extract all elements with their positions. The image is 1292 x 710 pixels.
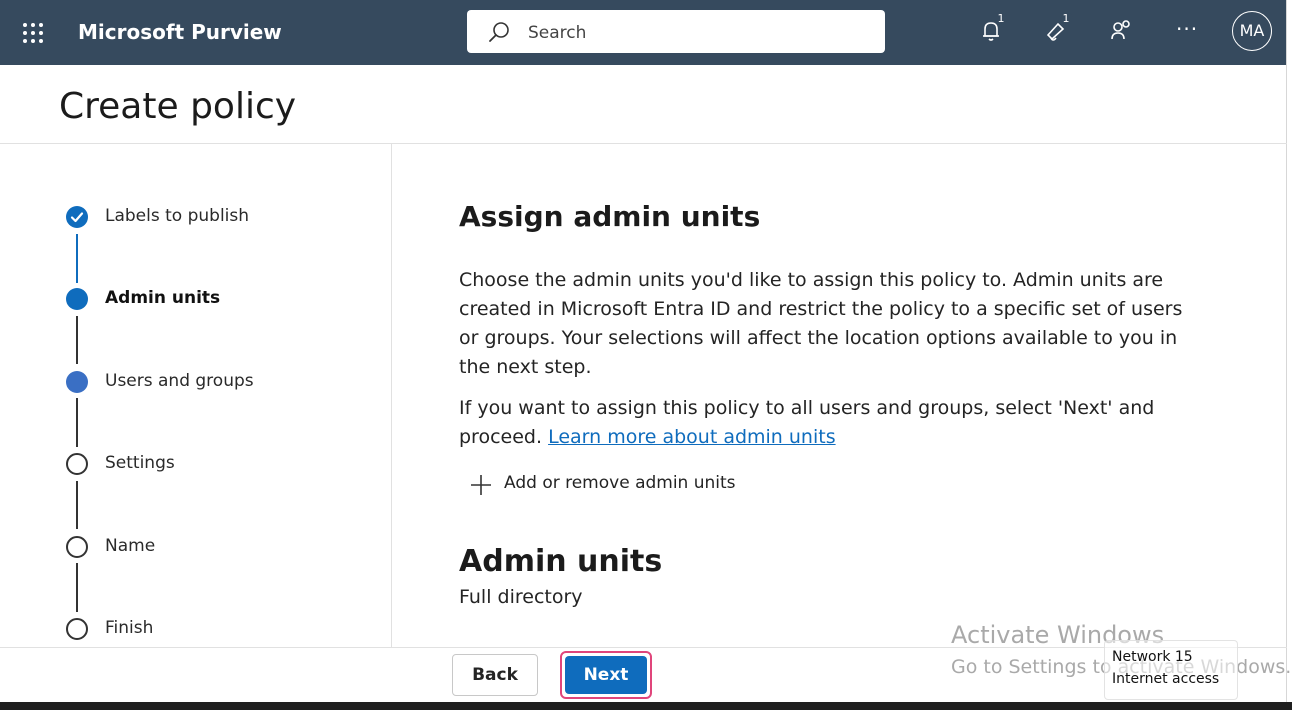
network-status: Internet access	[1112, 671, 1220, 687]
window-edge	[1286, 0, 1292, 710]
search-icon	[489, 22, 509, 42]
back-button[interactable]: Back	[452, 654, 538, 696]
admin-units-value: Full directory	[459, 586, 583, 608]
empty-circle-icon	[66, 536, 88, 558]
step-connector	[76, 234, 78, 283]
step-finish[interactable]: Finish	[0, 617, 391, 641]
search-placeholder[interactable]: Search	[528, 23, 586, 43]
announcements-badge: 1	[1059, 12, 1073, 26]
step-connector	[76, 563, 78, 612]
step-users-and-groups[interactable]: Users and groups	[0, 370, 391, 394]
step-admin-units[interactable]: Admin units	[0, 287, 391, 311]
step-label: Labels to publish	[105, 206, 250, 226]
step-label: Finish	[105, 618, 154, 638]
network-name: Network 15	[1112, 649, 1193, 665]
section-heading: Assign admin units	[459, 200, 761, 233]
avatar[interactable]: MA	[1232, 11, 1272, 51]
step-dot-icon	[66, 371, 88, 393]
step-label: Settings	[105, 453, 175, 473]
more-options-icon[interactable]: ···	[1176, 17, 1198, 41]
app-launcher-icon[interactable]	[22, 22, 44, 44]
step-settings[interactable]: Settings	[0, 452, 391, 476]
empty-circle-icon	[66, 453, 88, 475]
instruction-text: If you want to assign this policy to all…	[459, 394, 1204, 452]
next-button[interactable]: Next	[565, 656, 647, 694]
taskbar-edge	[0, 702, 1292, 710]
divider	[391, 144, 392, 647]
page-title: Create policy	[59, 86, 297, 127]
step-label: Admin units	[105, 288, 221, 308]
admin-units-heading: Admin units	[459, 544, 663, 579]
community-icon[interactable]	[1109, 18, 1135, 44]
wizard-steps: Labels to publish Admin units Users and …	[0, 144, 391, 647]
step-labels-to-publish[interactable]: Labels to publish	[0, 205, 391, 229]
learn-more-link[interactable]: Learn more about admin units	[548, 426, 836, 448]
check-icon	[66, 206, 88, 228]
current-step-icon	[66, 288, 88, 310]
step-connector	[76, 398, 78, 447]
empty-circle-icon	[66, 618, 88, 640]
step-name[interactable]: Name	[0, 535, 391, 559]
add-remove-label: Add or remove admin units	[504, 473, 736, 493]
step-connector	[76, 481, 78, 529]
notification-badge: 1	[994, 12, 1008, 26]
step-label: Users and groups	[105, 371, 254, 391]
step-connector	[76, 316, 78, 364]
app-name[interactable]: Microsoft Purview	[78, 20, 282, 44]
step-label: Name	[105, 536, 156, 556]
plus-icon	[471, 475, 491, 495]
description-text: Choose the admin units you'd like to ass…	[459, 269, 1183, 378]
top-bar: Microsoft Purview Search 1 1 ··· MA	[0, 0, 1287, 65]
